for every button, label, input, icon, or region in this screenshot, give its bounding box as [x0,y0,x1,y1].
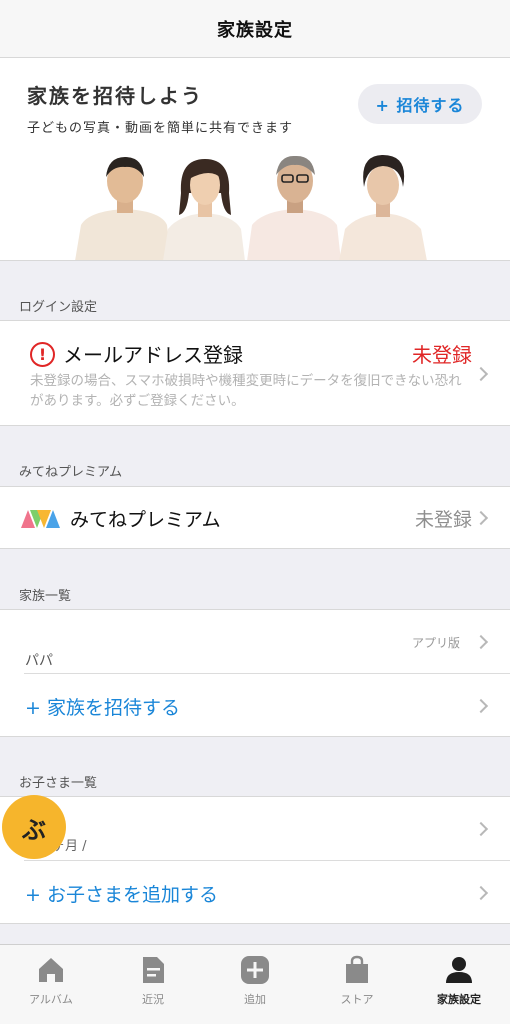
home-icon [39,958,63,982]
family-list: アプリ版 パパ + 家族を招待する [0,609,510,737]
invite-button[interactable]: + 招待する [358,84,482,124]
invite-family-link: + 家族を招待する [25,697,180,719]
chevron-right-icon [473,510,489,526]
children-list: ヶ月 / + お子さまを追加する [0,796,510,924]
nav-header: 家族設定 [0,0,510,58]
invite-subtitle: 子どもの写真・動画を簡単に共有できます [27,121,294,136]
premium-status: 未登録 [414,509,472,531]
email-registration-note: 未登録の場合、スマホ破損時や機種変更時にデータを復旧できない恐れがあります。必ず… [30,373,462,409]
alert-icon: ! [30,342,55,367]
tab-recent[interactable]: 近況 [102,945,204,1024]
premium-section-label: みてねプレミアム [19,465,123,480]
chevron-right-icon [473,366,489,382]
chevron-right-icon [473,634,489,650]
family-photo [75,155,427,260]
document-icon [143,957,164,983]
login-section-label: ログイン設定 [19,300,98,315]
mitene-logo-icon [21,510,60,528]
family-member-row[interactable]: アプリ版 パパ [0,610,510,673]
tab-bar: アルバム 近況 追加 ストア 家族設定 [0,944,510,1024]
add-child-link: + お子さまを追加する [25,884,218,906]
email-registration-row[interactable]: ! メールアドレス登録 未登録 未登録の場合、スマホ破損時や機種変更時にデータを… [0,320,510,426]
add-child-row[interactable]: + お子さまを追加する [0,861,510,924]
email-registration-title: メールアドレス登録 [63,343,243,367]
plus-icon [241,956,269,984]
member-name: パパ [25,653,53,669]
chevron-right-icon [473,885,489,901]
invite-banner: 家族を招待しよう 子どもの写真・動画を簡単に共有できます + 招待する [0,58,510,261]
shopping-bag-icon [346,955,368,983]
person-icon [446,957,472,983]
chevron-right-icon [473,821,489,837]
tab-label: 近況 [142,993,164,1006]
child-avatar[interactable]: ぶ [2,795,66,859]
children-section-label: お子さま一覧 [19,776,98,791]
family-section-label: 家族一覧 [19,589,72,604]
invite-title: 家族を招待しよう [27,84,203,108]
email-registration-status: 未登録 [412,343,472,367]
premium-title: みてねプレミアム [70,509,221,531]
tab-label: 追加 [244,993,266,1006]
child-row[interactable]: ヶ月 / [0,797,510,860]
invite-family-row[interactable]: + 家族を招待する [0,674,510,737]
tab-store[interactable]: ストア [306,945,408,1024]
tab-add[interactable]: 追加 [204,945,306,1024]
tab-label: アルバム [29,993,73,1006]
tab-label: ストア [340,993,374,1006]
chevron-right-icon [473,698,489,714]
page-title: 家族設定 [217,19,293,41]
premium-row[interactable]: みてねプレミアム 未登録 [0,486,510,549]
member-app-label: アプリ版 [411,636,460,650]
tab-album[interactable]: アルバム [0,945,102,1024]
tab-label: 家族設定 [437,993,481,1006]
tab-family-settings[interactable]: 家族設定 [408,945,510,1024]
